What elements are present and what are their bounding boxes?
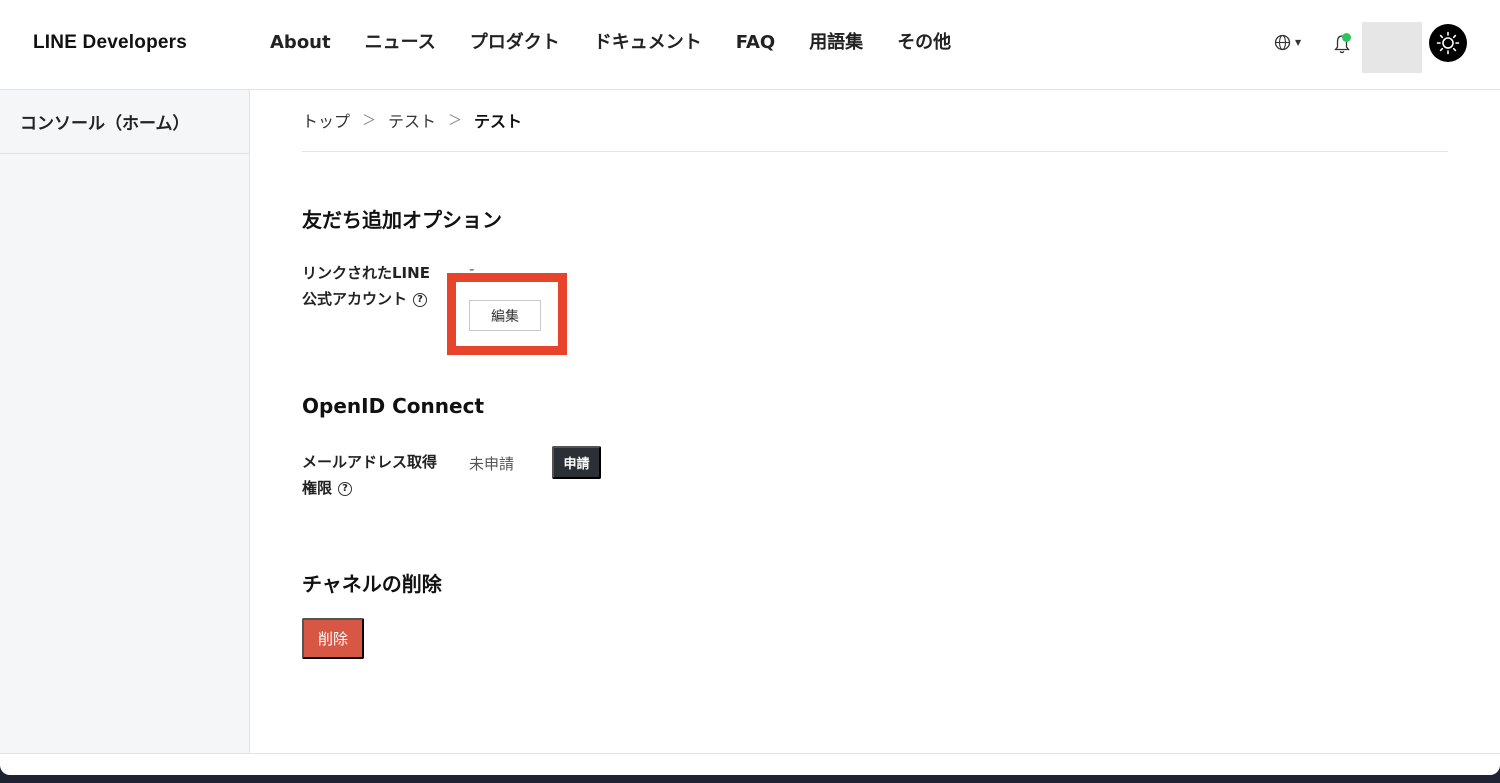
- breadcrumb-current: テスト: [474, 111, 523, 131]
- nav-about[interactable]: About: [270, 30, 331, 56]
- nav-documents[interactable]: ドキュメント: [594, 30, 702, 56]
- main-content: トップ ＞ テスト ＞ テスト 友だち追加オプション リンクされたLINE 公式…: [302, 90, 1448, 753]
- annotation-highlight-box: [447, 273, 567, 355]
- nav-news[interactable]: ニュース: [365, 30, 436, 56]
- breadcrumb: トップ ＞ テスト ＞ テスト: [302, 90, 1448, 152]
- linked-account-label-line1: リンクされたLINE: [302, 264, 430, 282]
- top-header: LINE Developers About ニュース プロダクト ドキュメント …: [0, 0, 1500, 90]
- notification-dot: [1342, 33, 1351, 42]
- chevron-down-icon: ▼: [1295, 38, 1302, 47]
- email-permission-label-line1: メールアドレス取得: [302, 453, 438, 471]
- email-permission-label: メールアドレス取得 権限?: [302, 449, 462, 501]
- theme-toggle-button[interactable]: [1429, 24, 1467, 62]
- apply-button[interactable]: 申請: [552, 446, 601, 479]
- help-icon[interactable]: ?: [338, 481, 353, 496]
- breadcrumb-top[interactable]: トップ: [302, 108, 350, 132]
- sun-icon: [1436, 31, 1460, 55]
- breadcrumb-provider[interactable]: テスト: [388, 108, 436, 132]
- email-permission-status: 未申請: [469, 455, 515, 473]
- globe-icon: [1274, 34, 1291, 51]
- sidebar-item-console-home[interactable]: コンソール（ホーム）: [0, 90, 249, 154]
- delete-channel-title: チャネルの削除: [302, 572, 442, 596]
- openid-title: OpenID Connect: [302, 394, 485, 418]
- sidebar: コンソール（ホーム）: [0, 90, 250, 753]
- delete-button[interactable]: 削除: [302, 618, 364, 659]
- help-icon[interactable]: ?: [413, 292, 428, 307]
- language-selector[interactable]: ▼: [1274, 34, 1301, 51]
- linked-account-label-line2-wrap: 公式アカウント?: [302, 286, 442, 312]
- linked-account-label: リンクされたLINE 公式アカウント?: [302, 260, 442, 312]
- chevron-right-icon: ＞: [362, 112, 377, 129]
- nav-products[interactable]: プロダクト: [470, 30, 560, 56]
- nav-glossary[interactable]: 用語集: [809, 30, 863, 56]
- logo[interactable]: LINE Developers: [33, 32, 187, 54]
- window-bottom-frame: [0, 753, 1500, 775]
- email-permission-label-line2: 権限: [302, 479, 333, 497]
- avatar[interactable]: [1362, 22, 1422, 73]
- chevron-right-icon: ＞: [448, 112, 463, 129]
- linked-account-label-line2: 公式アカウント: [302, 290, 408, 308]
- nav-more[interactable]: その他: [897, 30, 951, 56]
- friend-option-title: 友だち追加オプション: [302, 208, 502, 232]
- nav-faq[interactable]: FAQ: [736, 30, 775, 56]
- email-permission-label-line2-wrap: 権限?: [302, 475, 462, 501]
- main-nav: About ニュース プロダクト ドキュメント FAQ 用語集 その他: [270, 30, 985, 56]
